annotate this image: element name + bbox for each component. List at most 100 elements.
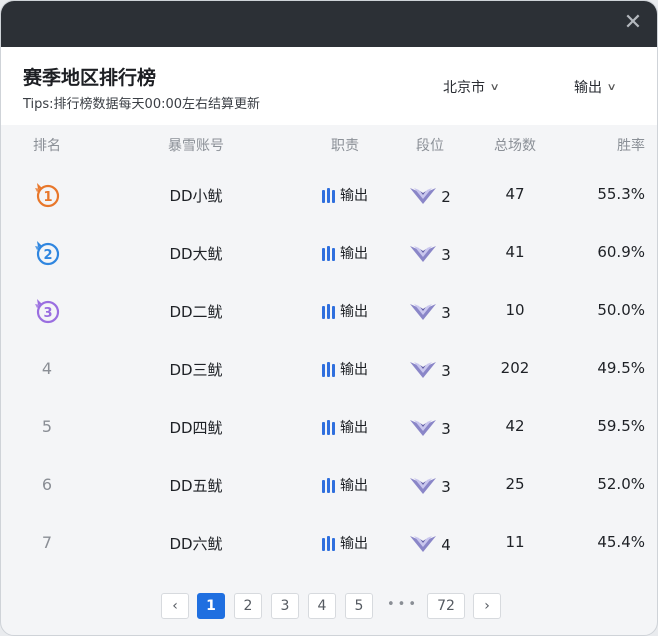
rank-cell: 6 bbox=[17, 475, 77, 494]
table-row[interactable]: 6 DD五鱿 输出 3 25 52.0% bbox=[1, 457, 657, 515]
rank-cell: 7 bbox=[17, 533, 77, 552]
table-row[interactable]: 5 DD四鱿 输出 3 42 59.5% bbox=[1, 399, 657, 457]
tier-cell: 3 bbox=[395, 417, 465, 441]
table-row[interactable]: 3 DD二鱿 输出 3 10 50.0% bbox=[1, 283, 657, 341]
role-dropdown-label: 输出 bbox=[574, 80, 602, 96]
role-label: 输出 bbox=[340, 420, 368, 436]
rank-wings-icon bbox=[409, 475, 437, 499]
role-cell: 输出 bbox=[307, 185, 383, 205]
total-games: 42 bbox=[505, 417, 525, 435]
column-header-total: 总场数 bbox=[494, 138, 536, 154]
damage-role-icon bbox=[322, 477, 335, 493]
rank-medal-icon: 1 bbox=[32, 179, 62, 209]
next-page-button[interactable]: › bbox=[473, 593, 501, 619]
role-label: 输出 bbox=[340, 304, 368, 320]
win-rate: 45.4% bbox=[597, 533, 645, 551]
table-row[interactable]: 4 DD三鱿 输出 3 202 49.5% bbox=[1, 341, 657, 399]
win-rate: 52.0% bbox=[597, 475, 645, 493]
rank-wings-icon bbox=[409, 185, 437, 209]
rank-medal-icon: 3 bbox=[32, 295, 62, 325]
rank-number: 5 bbox=[41, 417, 53, 436]
page-button-5[interactable]: 5 bbox=[345, 593, 373, 619]
total-games: 25 bbox=[505, 475, 525, 493]
table-row[interactable]: 2 DD大鱿 输出 3 41 60.9% bbox=[1, 225, 657, 283]
tier-level: 2 bbox=[441, 188, 451, 206]
rank-medal-icon: 2 bbox=[32, 237, 62, 267]
tier-level: 4 bbox=[441, 536, 451, 554]
tier-cell: 3 bbox=[395, 243, 465, 267]
damage-role-icon bbox=[322, 535, 335, 551]
page-button-3[interactable]: 3 bbox=[271, 593, 299, 619]
role-cell: 输出 bbox=[307, 533, 383, 553]
role-label: 输出 bbox=[340, 362, 368, 378]
page-button-2[interactable]: 2 bbox=[234, 593, 262, 619]
damage-role-icon bbox=[322, 245, 335, 261]
column-header-account: 暴雪账号 bbox=[168, 138, 224, 154]
tips-text: Tips:排行榜数据每天00:00左右结算更新 bbox=[23, 97, 261, 112]
total-games: 11 bbox=[505, 533, 525, 551]
tier-cell: 3 bbox=[395, 475, 465, 499]
title-bar: ✕ bbox=[1, 1, 657, 47]
total-games: 41 bbox=[505, 243, 525, 261]
column-header-winrate: 胜率 bbox=[617, 138, 645, 154]
role-cell: 输出 bbox=[307, 417, 383, 437]
total-games: 202 bbox=[500, 359, 530, 377]
account-name: DD小鱿 bbox=[169, 187, 223, 205]
role-label: 输出 bbox=[340, 478, 368, 494]
tier-cell: 3 bbox=[395, 301, 465, 325]
rank-cell: 5 bbox=[17, 417, 77, 436]
rank-medal-number: 1 bbox=[43, 190, 52, 205]
pagination: ‹ 1 2 3 4 5 ••• 72 › bbox=[1, 593, 657, 619]
table-header: 排名 暴雪账号 职责 段位 总场数 胜率 bbox=[1, 125, 657, 163]
pagination-ellipsis: ••• bbox=[387, 597, 420, 612]
damage-role-icon bbox=[322, 187, 335, 203]
rank-cell: 3 bbox=[17, 299, 77, 329]
leaderboard-window: ✕ 赛季地区排行榜 Tips:排行榜数据每天00:00左右结算更新 北京市 ∨ … bbox=[0, 0, 658, 636]
role-cell: 输出 bbox=[307, 301, 383, 321]
page-button-last[interactable]: 72 bbox=[427, 593, 465, 619]
region-dropdown-label: 北京市 bbox=[443, 80, 485, 96]
table-row[interactable]: 1 DD小鱿 输出 2 47 55.3% bbox=[1, 167, 657, 225]
win-rate: 49.5% bbox=[597, 359, 645, 377]
page-title: 赛季地区排行榜 bbox=[23, 67, 157, 89]
close-button[interactable]: ✕ bbox=[621, 11, 645, 35]
role-dropdown[interactable]: 输出 ∨ bbox=[574, 77, 617, 97]
tier-cell: 2 bbox=[395, 185, 465, 209]
rank-wings-icon bbox=[409, 243, 437, 267]
close-icon: ✕ bbox=[623, 10, 643, 35]
role-label: 输出 bbox=[340, 188, 368, 204]
column-header-role: 职责 bbox=[331, 138, 359, 154]
total-games: 47 bbox=[505, 185, 525, 203]
rank-cell: 2 bbox=[17, 241, 77, 271]
chevron-down-icon: ∨ bbox=[489, 81, 500, 93]
rank-wings-icon bbox=[409, 417, 437, 441]
win-rate: 55.3% bbox=[597, 185, 645, 203]
account-name: DD大鱿 bbox=[169, 245, 223, 263]
damage-role-icon bbox=[322, 361, 335, 377]
page-button-4[interactable]: 4 bbox=[308, 593, 336, 619]
win-rate: 60.9% bbox=[597, 243, 645, 261]
table-row[interactable]: 7 DD六鱿 输出 4 11 45.4% bbox=[1, 515, 657, 573]
rank-medal-number: 2 bbox=[43, 248, 52, 263]
page-button-1[interactable]: 1 bbox=[197, 593, 225, 619]
tier-level: 3 bbox=[441, 246, 451, 264]
header: 赛季地区排行榜 Tips:排行榜数据每天00:00左右结算更新 北京市 ∨ 输出… bbox=[1, 47, 657, 125]
rank-number: 7 bbox=[41, 533, 53, 552]
total-games: 10 bbox=[505, 301, 525, 319]
role-cell: 输出 bbox=[307, 475, 383, 495]
rank-number: 4 bbox=[41, 359, 53, 378]
tier-cell: 3 bbox=[395, 359, 465, 383]
prev-page-button[interactable]: ‹ bbox=[161, 593, 189, 619]
account-name: DD六鱿 bbox=[169, 535, 223, 553]
column-header-rank: 排名 bbox=[33, 138, 61, 154]
chevron-down-icon: ∨ bbox=[606, 81, 617, 93]
region-dropdown[interactable]: 北京市 ∨ bbox=[443, 77, 500, 97]
tier-level: 3 bbox=[441, 478, 451, 496]
rank-wings-icon bbox=[409, 533, 437, 557]
role-label: 输出 bbox=[340, 536, 368, 552]
account-name: DD二鱿 bbox=[169, 303, 223, 321]
tier-level: 3 bbox=[441, 420, 451, 438]
damage-role-icon bbox=[322, 303, 335, 319]
account-name: DD五鱿 bbox=[169, 477, 223, 495]
rank-medal-number: 3 bbox=[43, 306, 52, 321]
